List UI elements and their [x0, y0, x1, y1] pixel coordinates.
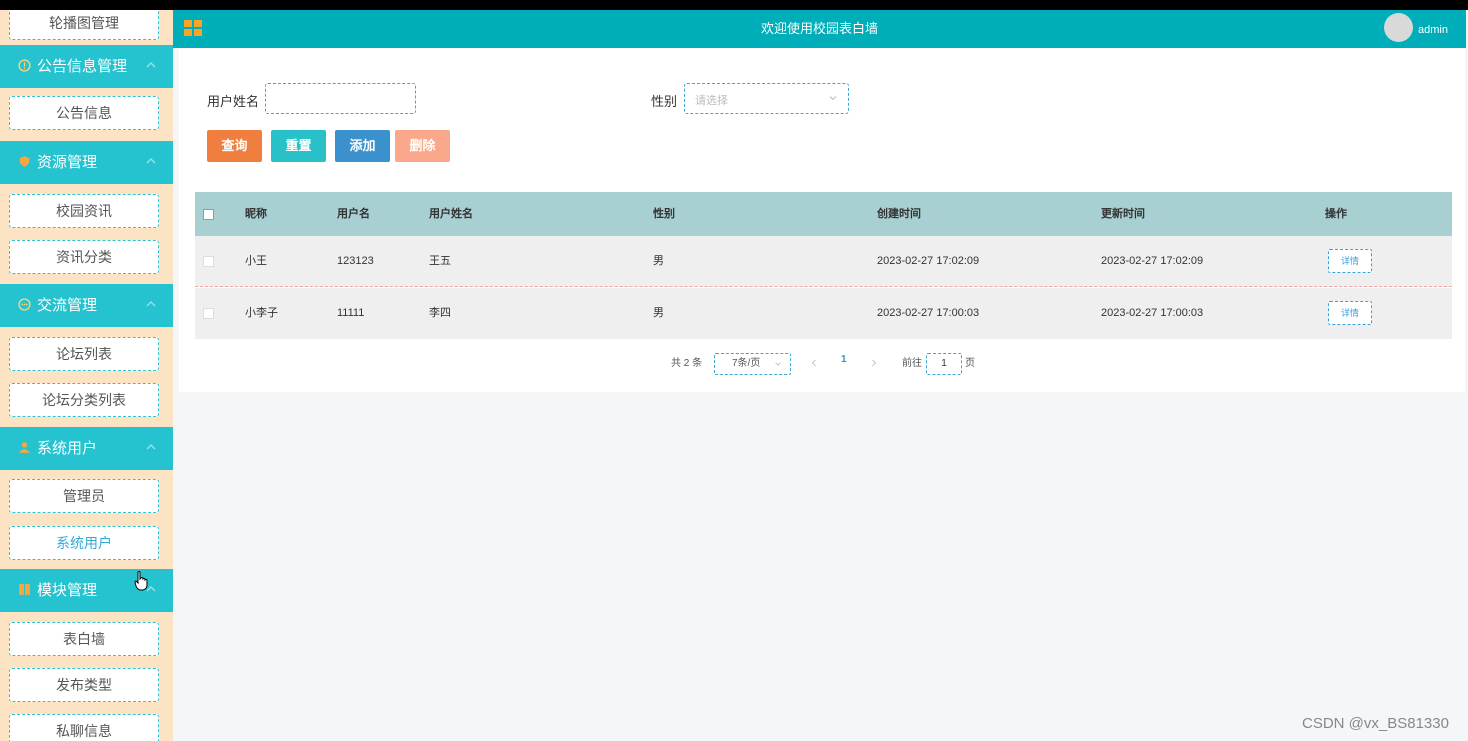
col-updated[interactable]: 更新时间: [1101, 192, 1145, 236]
sidebar-group-resources[interactable]: 资源管理: [0, 141, 173, 184]
col-realname: 用户姓名: [429, 208, 473, 220]
cell-gender: 男: [653, 255, 664, 267]
cell-gender: 男: [653, 307, 664, 319]
chevron-up-icon: [146, 301, 156, 307]
sidebar-group-label: 系统用户: [37, 440, 98, 457]
select-all-checkbox[interactable]: [203, 209, 214, 220]
goto-suffix: 页: [965, 358, 975, 369]
goto-page-input[interactable]: 1: [926, 353, 962, 375]
name-field-label: 用户姓名: [207, 94, 260, 109]
watermark: CSDN @vx_BS81330: [1302, 715, 1449, 732]
module-icon: [19, 584, 30, 595]
top-black-strip: [0, 0, 1468, 10]
prev-page-icon[interactable]: [809, 358, 819, 368]
sort-icon[interactable]: [926, 211, 932, 217]
sidebar-group-label: 交流管理: [37, 297, 98, 314]
col-username: 用户名: [337, 208, 370, 220]
cell-nickname: 小李子: [245, 307, 278, 319]
cell-username: 11111: [337, 307, 365, 319]
info-icon: [18, 59, 31, 72]
table-row: 小李子 11111 李四 男 2023-02-27 17:00:03 2023-…: [195, 288, 1452, 339]
shield-icon: [19, 156, 30, 167]
name-search-input[interactable]: [265, 83, 416, 114]
current-page[interactable]: 1: [841, 354, 847, 365]
sidebar-item-forum-list[interactable]: 论坛列表: [9, 337, 159, 371]
sidebar-item-announcement[interactable]: 公告信息: [9, 96, 159, 130]
hand-cursor-icon: [134, 571, 148, 591]
detail-button[interactable]: 详情: [1328, 249, 1372, 273]
chevron-down-icon: [829, 96, 837, 101]
sidebar-item-system-users[interactable]: 系统用户: [9, 526, 159, 560]
avatar[interactable]: [1384, 13, 1413, 42]
header-bar: 欢迎使用校园表白墙 admin: [173, 10, 1466, 48]
user-icon: [19, 442, 30, 453]
sidebar-group-label: 模块管理: [37, 582, 98, 599]
gender-select[interactable]: 请选择: [684, 83, 849, 114]
sidebar-item-news-category[interactable]: 资讯分类: [9, 240, 159, 274]
sidebar-item-admin[interactable]: 管理员: [9, 479, 159, 513]
chevron-up-icon: [146, 444, 156, 450]
username-label[interactable]: admin: [1418, 10, 1448, 50]
col-created[interactable]: 创建时间: [877, 192, 921, 236]
next-page-icon[interactable]: [869, 358, 879, 368]
cell-username: 123123: [337, 255, 374, 267]
reset-button[interactable]: 重置: [271, 130, 326, 162]
row-checkbox[interactable]: [203, 308, 214, 319]
table-header: 昵称 用户名 用户姓名 性别 创建时间 更新时间 操作: [195, 192, 1452, 236]
add-button[interactable]: 添加: [335, 130, 390, 162]
detail-button[interactable]: 详情: [1328, 301, 1372, 325]
sidebar-item-carousel[interactable]: 轮播图管理: [9, 10, 159, 40]
gender-field-label: 性别: [651, 94, 678, 109]
cell-created: 2023-02-27 17:00:03: [877, 307, 980, 319]
sidebar-item-private-messages[interactable]: 私聊信息: [9, 714, 159, 741]
sidebar-item-campus-news[interactable]: 校园资讯: [9, 194, 159, 228]
cell-realname: 李四: [429, 307, 451, 319]
table-row: 小王 123123 王五 男 2023-02-27 17:02:09 2023-…: [195, 236, 1452, 287]
cell-updated: 2023-02-27 17:00:03: [1101, 307, 1204, 319]
gender-select-placeholder: 请选择: [695, 95, 728, 107]
chevron-down-icon: [775, 362, 781, 366]
delete-button[interactable]: 删除: [395, 130, 450, 162]
sidebar-item-confession-wall[interactable]: 表白墙: [9, 622, 159, 656]
row-checkbox[interactable]: [203, 256, 214, 267]
page-size-value: 7条/页: [732, 358, 761, 369]
header-title: 欢迎使用校园表白墙: [760, 21, 878, 36]
cell-created: 2023-02-27 17:02:09: [877, 255, 980, 267]
sort-icon[interactable]: [1150, 211, 1156, 217]
page-size-select[interactable]: 7条/页: [714, 353, 791, 375]
col-nickname: 昵称: [245, 208, 267, 220]
sidebar: 轮播图管理 公告信息管理 公告信息 资源管理 校园资讯 资讯分类 交流管理 论坛…: [0, 10, 173, 741]
sidebar-group-announcement[interactable]: 公告信息管理: [0, 45, 173, 88]
main-panel: 用户姓名 性别 请选择 查询 重置 添加 删除 昵称 用户名 用户姓名 性别 创…: [179, 48, 1465, 392]
col-actions: 操作: [1325, 208, 1347, 220]
cell-updated: 2023-02-27 17:02:09: [1101, 255, 1204, 267]
cell-realname: 王五: [429, 255, 451, 267]
sidebar-group-communication[interactable]: 交流管理: [0, 284, 173, 327]
chevron-up-icon: [146, 62, 156, 68]
sidebar-group-label: 资源管理: [37, 154, 98, 171]
sidebar-item-forum-category[interactable]: 论坛分类列表: [9, 383, 159, 417]
chat-icon: [18, 298, 31, 311]
query-button[interactable]: 查询: [207, 130, 262, 162]
col-gender: 性别: [653, 208, 675, 220]
sidebar-group-label: 公告信息管理: [37, 58, 128, 75]
pagination-total: 共 2 条: [671, 358, 703, 369]
chevron-up-icon: [146, 158, 156, 164]
sidebar-item-post-type[interactable]: 发布类型: [9, 668, 159, 702]
cell-nickname: 小王: [245, 255, 267, 267]
goto-label: 前往: [902, 358, 922, 369]
sidebar-group-system-users[interactable]: 系统用户: [0, 427, 173, 470]
